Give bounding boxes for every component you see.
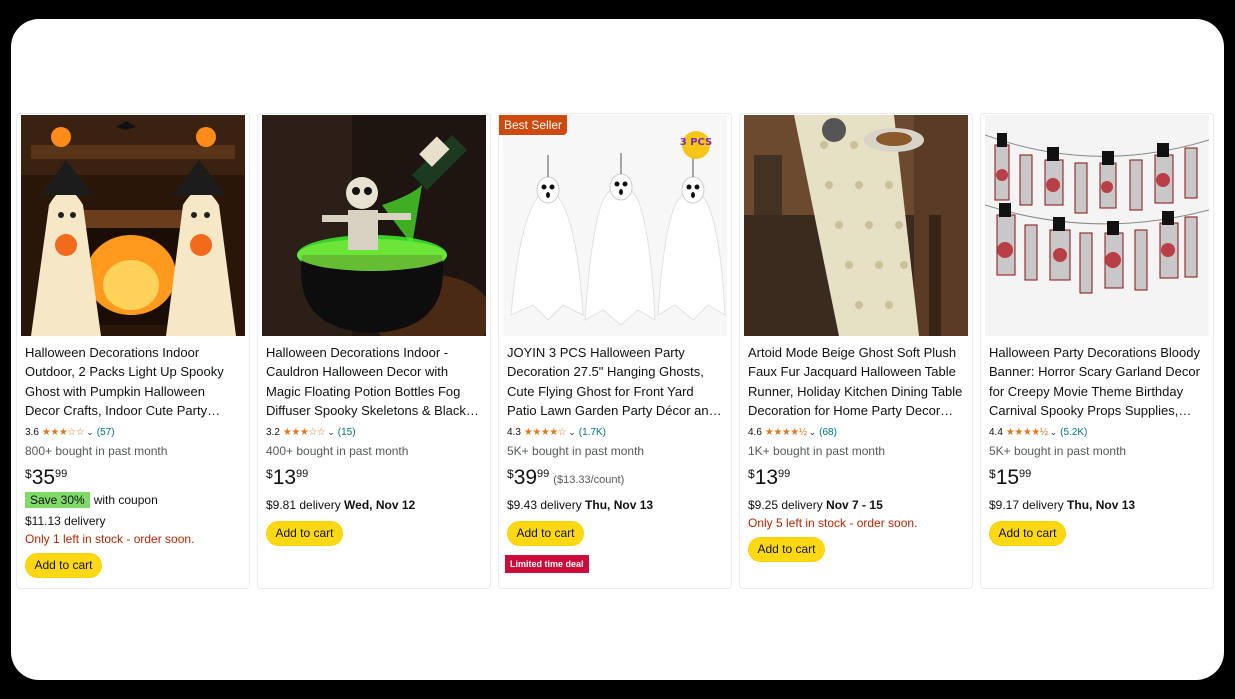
product-title[interactable]: Artoid Mode Beige Ghost Soft Plush Faux … bbox=[748, 343, 966, 420]
price-whole: 39 bbox=[513, 466, 538, 489]
star-rating-icon: ★★★☆☆ bbox=[282, 426, 326, 438]
product-image-cauldron[interactable] bbox=[262, 115, 486, 336]
product-image-ghost-lights[interactable] bbox=[21, 115, 245, 336]
product-title[interactable]: Halloween Decorations Indoor Outdoor, 2 … bbox=[25, 343, 243, 420]
pack-count-badge: 3 PCS bbox=[680, 137, 713, 148]
price-symbol: $ bbox=[507, 467, 514, 481]
chevron-down-icon[interactable]: ⌄ bbox=[809, 427, 817, 438]
star-rating-icon: ★★★★½ bbox=[1005, 426, 1048, 438]
chevron-down-icon[interactable]: ⌄ bbox=[86, 427, 94, 438]
product-image-table-runner[interactable] bbox=[744, 115, 968, 336]
chevron-down-icon[interactable]: ⌄ bbox=[1050, 427, 1058, 438]
price-whole: 15 bbox=[995, 466, 1020, 489]
bought-in-past-month: 400+ bought in past month bbox=[266, 444, 409, 458]
star-rating-icon: ★★★☆☆ bbox=[41, 426, 85, 438]
rating[interactable]: 4.3 ★★★★☆ ⌄ (1.7K) bbox=[507, 425, 606, 439]
delivery-date: Thu, Nov 13 bbox=[1067, 498, 1136, 512]
delivery-info: $9.17 delivery Thu, Nov 13 bbox=[989, 498, 1135, 512]
price-symbol: $ bbox=[266, 467, 273, 481]
stock-warning: Only 5 left in stock - order soon. bbox=[748, 516, 918, 530]
bought-in-past-month: 5K+ bought in past month bbox=[989, 444, 1127, 458]
price[interactable]: $ 35 99 bbox=[25, 465, 67, 491]
delivery-fee: $9.17 delivery bbox=[989, 498, 1068, 512]
price-symbol: $ bbox=[748, 467, 755, 481]
product-results-row: Halloween Decorations Indoor Outdoor, 2 … bbox=[11, 19, 1224, 680]
delivery-info: $9.43 delivery Thu, Nov 13 bbox=[507, 498, 653, 512]
product-title[interactable]: Halloween Decorations Indoor - Cauldron … bbox=[266, 343, 484, 420]
review-count-link[interactable]: (5.2K) bbox=[1060, 427, 1087, 438]
delivery-date: Nov 7 - 15 bbox=[826, 498, 883, 512]
rating-value: 4.6 bbox=[748, 426, 762, 438]
star-rating-icon: ★★★★½ bbox=[764, 426, 807, 438]
price[interactable]: $ 13 99 bbox=[748, 465, 790, 491]
rating-value: 3.2 bbox=[266, 426, 280, 438]
review-count-link[interactable]: (15) bbox=[338, 427, 356, 438]
results-frame: Halloween Decorations Indoor Outdoor, 2 … bbox=[11, 19, 1224, 680]
unit-price: ($13.33/count) bbox=[553, 474, 625, 486]
cauldron-image bbox=[262, 115, 486, 336]
add-to-cart-button[interactable]: Add to cart bbox=[748, 537, 825, 562]
add-to-cart-button[interactable]: Add to cart bbox=[266, 521, 343, 546]
delivery-fee: $9.25 delivery bbox=[748, 498, 827, 512]
chevron-down-icon[interactable]: ⌄ bbox=[568, 427, 576, 438]
delivery-date: Wed, Nov 12 bbox=[344, 498, 416, 512]
price-fraction: 99 bbox=[296, 468, 309, 480]
bought-in-past-month: 800+ bought in past month bbox=[25, 444, 168, 458]
delivery-fee: $9.43 delivery bbox=[507, 498, 586, 512]
price-whole: 13 bbox=[272, 466, 297, 489]
coupon-text: with coupon bbox=[93, 493, 158, 507]
bought-in-past-month: 1K+ bought in past month bbox=[748, 444, 886, 458]
price-symbol: $ bbox=[25, 467, 32, 481]
delivery-fee: $9.81 delivery bbox=[266, 498, 345, 512]
rating-value: 3.6 bbox=[25, 426, 39, 438]
review-count-link[interactable]: (1.7K) bbox=[579, 427, 606, 438]
product-title[interactable]: JOYIN 3 PCS Halloween Party Decoration 2… bbox=[507, 343, 725, 420]
rating[interactable]: 4.6 ★★★★½ ⌄ (68) bbox=[748, 425, 837, 439]
best-seller-badge: Best Seller bbox=[499, 115, 568, 135]
product-title[interactable]: Halloween Party Decorations Bloody Banne… bbox=[989, 343, 1207, 420]
product-card[interactable]: Halloween Decorations Indoor - Cauldron … bbox=[257, 113, 491, 589]
coupon-tag: Save 30% bbox=[25, 492, 90, 508]
price-fraction: 99 bbox=[1019, 468, 1032, 480]
review-count-link[interactable]: (68) bbox=[819, 427, 837, 438]
price-whole: 13 bbox=[754, 466, 779, 489]
rating-value: 4.4 bbox=[989, 426, 1003, 438]
rating[interactable]: 3.6 ★★★☆☆ ⌄ (57) bbox=[25, 425, 115, 439]
limited-time-deal-badge: Limited time deal bbox=[505, 555, 589, 573]
hanging-ghosts-image: 3 PCS bbox=[503, 115, 727, 336]
stock-warning: Only 1 left in stock - order soon. bbox=[25, 532, 195, 546]
bought-in-past-month: 5K+ bought in past month bbox=[507, 444, 645, 458]
price[interactable]: $ 39 99 ($13.33/count) bbox=[507, 465, 624, 491]
product-card[interactable]: Halloween Party Decorations Bloody Banne… bbox=[980, 113, 1214, 589]
price-fraction: 99 bbox=[55, 468, 68, 480]
delivery-info: $9.25 delivery Nov 7 - 15 bbox=[748, 498, 883, 512]
product-card[interactable]: Halloween Decorations Indoor Outdoor, 2 … bbox=[16, 113, 250, 589]
coupon: Save 30% with coupon bbox=[25, 492, 158, 508]
add-to-cart-button[interactable]: Add to cart bbox=[507, 521, 584, 546]
price-symbol: $ bbox=[989, 467, 996, 481]
price-fraction: 99 bbox=[778, 468, 791, 480]
ghost-lights-image bbox=[21, 115, 245, 336]
rating[interactable]: 4.4 ★★★★½ ⌄ (5.2K) bbox=[989, 425, 1087, 439]
table-runner-image bbox=[744, 115, 968, 336]
delivery-info: $9.81 delivery Wed, Nov 12 bbox=[266, 498, 415, 512]
rating-value: 4.3 bbox=[507, 426, 521, 438]
chevron-down-icon[interactable]: ⌄ bbox=[327, 427, 335, 438]
product-card[interactable]: Artoid Mode Beige Ghost Soft Plush Faux … bbox=[739, 113, 973, 589]
price-fraction: 99 bbox=[537, 468, 550, 480]
price[interactable]: $ 15 99 bbox=[989, 465, 1031, 491]
delivery-info: $11.13 delivery bbox=[25, 514, 106, 528]
review-count-link[interactable]: (57) bbox=[97, 427, 115, 438]
delivery-date: Thu, Nov 13 bbox=[585, 498, 654, 512]
add-to-cart-button[interactable]: Add to cart bbox=[989, 521, 1066, 546]
star-rating-icon: ★★★★☆ bbox=[523, 426, 567, 438]
rating[interactable]: 3.2 ★★★☆☆ ⌄ (15) bbox=[266, 425, 356, 439]
product-image-hanging-ghosts[interactable]: 3 PCS bbox=[503, 115, 727, 336]
product-image-bloody-banner[interactable] bbox=[985, 115, 1209, 336]
add-to-cart-button[interactable]: Add to cart bbox=[25, 553, 102, 578]
price-whole: 35 bbox=[31, 466, 56, 489]
product-card[interactable]: Best Seller 3 PCS JOYIN 3 PCS Halloween … bbox=[498, 113, 732, 589]
bloody-banner-image bbox=[985, 115, 1209, 336]
price[interactable]: $ 13 99 bbox=[266, 465, 308, 491]
